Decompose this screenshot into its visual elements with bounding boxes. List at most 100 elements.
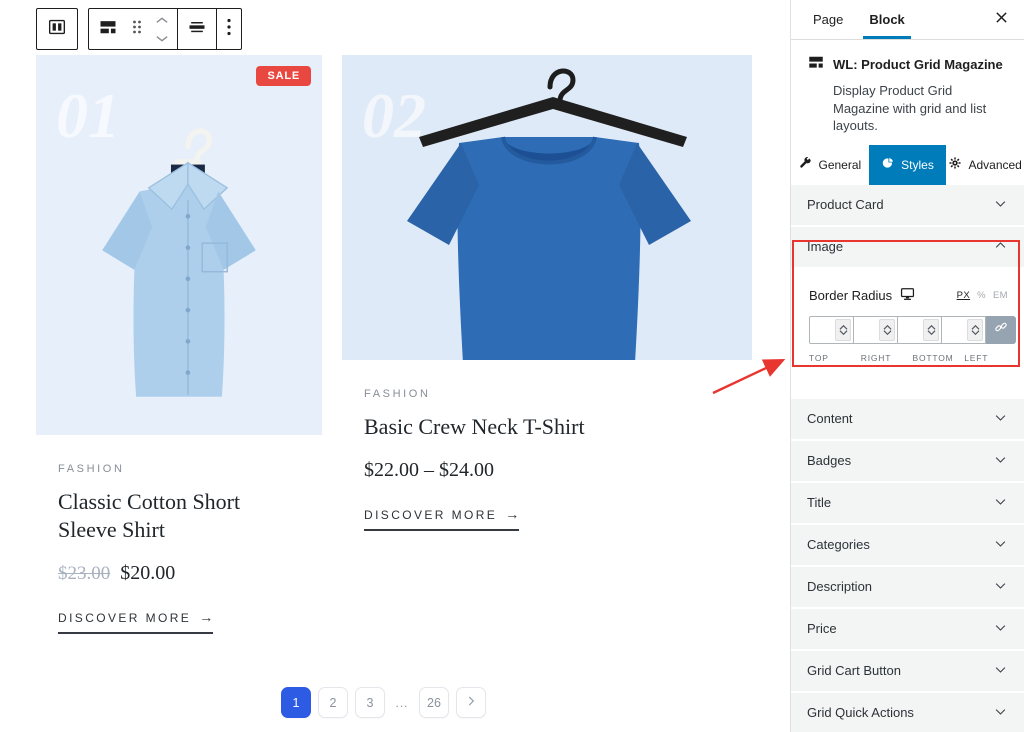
panel-product-card[interactable]: Product Card — [791, 184, 1024, 225]
image-panel-body: Border Radius PX % EM TOP RIGHT BOTTOM L… — [791, 268, 1024, 397]
pagination: 1 2 3 ... 26 — [281, 687, 486, 718]
close-icon — [995, 11, 1008, 29]
chevron-right-icon — [464, 694, 478, 711]
grid-magazine-block-icon — [98, 17, 118, 42]
block-type-button[interactable] — [89, 9, 127, 49]
chevron-down-icon — [993, 662, 1008, 680]
gear-icon — [948, 156, 962, 173]
discover-more-label: DISCOVER MORE — [58, 611, 192, 626]
panel-description[interactable]: Description — [791, 566, 1024, 607]
block-description: Display Product Grid Magazine with grid … — [833, 83, 987, 134]
panel-price[interactable]: Price — [791, 608, 1024, 649]
tab-styles-label: Styles — [901, 157, 934, 172]
old-price: $23.00 — [58, 563, 111, 585]
arrow-right-icon: → — [505, 506, 520, 523]
product-title[interactable]: Classic Cotton Short Sleeve Shirt — [58, 488, 280, 544]
pagination-ellipsis: ... — [395, 695, 409, 710]
stepper-control[interactable] — [879, 318, 895, 341]
tab-styles[interactable]: Styles — [868, 144, 947, 185]
block-toolbar — [36, 8, 242, 50]
drag-dots-icon — [131, 19, 143, 40]
product-price: $23.00 $20.00 — [58, 562, 322, 585]
ellipsis-icon — [226, 18, 232, 41]
discover-more-link[interactable]: DISCOVER MORE → — [364, 506, 520, 532]
unit-percent-button[interactable]: % — [977, 290, 986, 301]
settings-tabs: General Styles Advanced — [791, 144, 1024, 185]
block-movers[interactable] — [147, 11, 177, 48]
border-radius-right-input[interactable] — [855, 316, 879, 343]
blue-shirt-image — [102, 128, 256, 397]
panel-label: Categories — [807, 537, 870, 553]
move-down-icon — [155, 30, 169, 48]
link-sides-toggle[interactable] — [986, 315, 1016, 344]
panel-label: Image — [807, 239, 844, 255]
border-radius-bottom-input[interactable] — [899, 316, 923, 343]
side-label-right: RIGHT — [860, 352, 892, 363]
blue-tshirt-image — [407, 68, 691, 360]
chevron-down-icon — [993, 704, 1008, 722]
align-button[interactable] — [178, 9, 216, 49]
product-title[interactable]: Basic Crew Neck T-Shirt — [364, 413, 752, 441]
tab-block[interactable]: Block — [863, 0, 910, 39]
page-button-3[interactable]: 3 — [355, 687, 385, 718]
chevron-down-icon — [993, 196, 1008, 214]
stepper-control[interactable] — [835, 318, 851, 341]
border-radius-top-input[interactable] — [811, 316, 835, 343]
side-label-left: LEFT — [964, 352, 989, 363]
unit-px-button[interactable]: PX — [957, 290, 970, 301]
block-title: WL: Product Grid Magazine — [833, 57, 1003, 72]
options-menu-button[interactable] — [217, 9, 241, 49]
side-label-bottom: BOTTOM — [912, 352, 954, 363]
tab-advanced-label: Advanced — [968, 157, 1022, 172]
panel-label: Grid Quick Actions — [807, 705, 914, 721]
chevron-down-icon — [993, 410, 1008, 428]
discover-more-link[interactable]: DISCOVER MORE → — [58, 609, 214, 635]
product-image[interactable]: 01 SALE — [36, 55, 322, 435]
next-page-button[interactable] — [456, 687, 486, 718]
tab-general[interactable]: General — [791, 145, 869, 185]
page-button-2[interactable]: 2 — [318, 687, 348, 718]
page-button-1[interactable]: 1 — [281, 687, 311, 718]
panel-label: Content — [807, 411, 853, 427]
stepper-control[interactable] — [923, 318, 939, 341]
close-sidebar-button[interactable] — [989, 0, 1014, 39]
stepper-control[interactable] — [967, 318, 983, 341]
settings-sidebar: Page Block WL: Product Grid Magazine Dis… — [790, 0, 1024, 732]
border-radius-left-input[interactable] — [943, 316, 967, 343]
drag-handle[interactable] — [127, 9, 147, 49]
align-icon — [187, 17, 207, 42]
move-up-icon — [155, 11, 169, 29]
wrench-icon — [798, 156, 812, 173]
grid-magazine-block-icon — [807, 53, 833, 76]
columns-block-icon — [46, 16, 68, 43]
panel-image[interactable]: Image — [791, 226, 1024, 267]
side-label-top: TOP — [809, 352, 829, 363]
tab-advanced[interactable]: Advanced — [946, 145, 1024, 185]
panel-categories[interactable]: Categories — [791, 524, 1024, 565]
panel-grid-quick-actions[interactable]: Grid Quick Actions — [791, 692, 1024, 732]
product-card: 02 FASHION Basic Crew Neck T-Shirt $22.0… — [342, 55, 752, 532]
current-price: $20.00 — [120, 562, 176, 585]
panel-badges[interactable]: Badges — [791, 440, 1024, 481]
product-price: $22.00 – $24.00 — [364, 459, 752, 482]
sidebar-header: Page Block — [791, 0, 1024, 40]
panel-content[interactable]: Content — [791, 398, 1024, 439]
panel-title[interactable]: Title — [791, 482, 1024, 523]
chevron-up-icon — [993, 238, 1008, 256]
chevron-down-icon — [993, 452, 1008, 470]
panel-label: Badges — [807, 453, 852, 469]
styles-pie-icon — [881, 156, 895, 173]
block-info-card: WL: Product Grid Magazine Display Produc… — [791, 40, 1024, 145]
border-radius-bottom-field — [897, 315, 942, 344]
select-parent-block-button[interactable] — [36, 8, 78, 50]
price-range: $22.00 – $24.00 — [364, 459, 494, 482]
panel-grid-cart-button[interactable]: Grid Cart Button — [791, 650, 1024, 691]
responsive-monitor-icon[interactable] — [900, 287, 915, 304]
border-radius-label: Border Radius — [809, 287, 893, 303]
border-radius-right-field — [853, 315, 898, 344]
product-image[interactable]: 02 — [342, 55, 752, 360]
tab-page[interactable]: Page — [807, 0, 849, 39]
unit-em-button[interactable]: EM — [993, 290, 1008, 301]
page-button-last[interactable]: 26 — [419, 687, 449, 718]
discover-more-label: DISCOVER MORE — [364, 508, 498, 523]
